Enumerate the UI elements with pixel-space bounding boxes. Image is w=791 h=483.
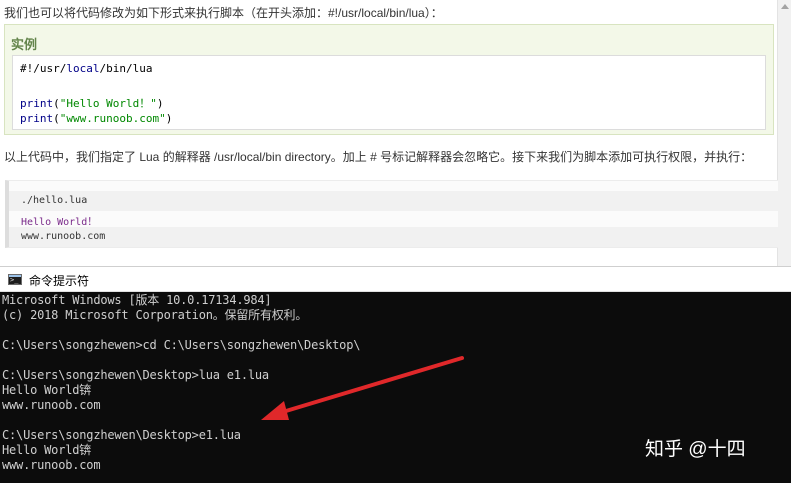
output-row: ./hello.lua	[9, 191, 778, 211]
console-line: www.runoob.com	[2, 458, 101, 472]
console-line: www.runoob.com	[2, 398, 101, 412]
console-line: Microsoft Windows [版本 10.0.17134.984]	[2, 293, 272, 307]
vertical-scrollbar[interactable]	[777, 0, 791, 266]
cmd-titlebar[interactable]: 命令提示符	[0, 266, 791, 292]
tutorial-page: 我们也可以将代码修改为如下形式来执行脚本（在开头添加：#!/usr/local/…	[0, 0, 791, 266]
output-line: www.runoob.com	[21, 231, 106, 242]
code-line-shebang: #!/usr/local/bin/lua	[20, 62, 153, 75]
console-line: Hello World锛	[2, 443, 92, 457]
example-box: 实例 #!/usr/local/bin/lua print("Hello Wor…	[4, 24, 774, 135]
intro-text: 我们也可以将代码修改为如下形式来执行脚本（在开头添加：#!/usr/local/…	[4, 6, 443, 20]
code-line-print-url: print("www.runoob.com")	[20, 112, 173, 125]
cmd-window-title: 命令提示符	[29, 274, 90, 288]
code-block: #!/usr/local/bin/lua print("Hello World！…	[12, 55, 766, 130]
console-line: Hello World锛	[2, 383, 92, 397]
scroll-up-arrow-icon[interactable]	[781, 4, 789, 9]
console-line: C:\Users\songzhewen>cd C:\Users\songzhew…	[2, 338, 361, 352]
output-line: Hello World！	[21, 217, 98, 228]
example-title: 实例	[11, 37, 38, 52]
output-line: ./hello.lua	[21, 195, 88, 206]
output-row: Hello World！	[9, 209, 778, 229]
zhihu-watermark: 知乎 @十四	[645, 439, 746, 460]
output-row: www.runoob.com	[9, 227, 778, 247]
console-line: (c) 2018 Microsoft Corporation。保留所有权利。	[2, 308, 308, 322]
output-block: ./hello.lua Hello World！ www.runoob.com	[5, 180, 778, 248]
description-text: 以上代码中，我们指定了 Lua 的解释器 /usr/local/bin dire…	[4, 150, 753, 164]
code-line-print-hello: print("Hello World！")	[20, 97, 164, 110]
console-line: C:\Users\songzhewen\Desktop>lua e1.lua	[2, 368, 269, 382]
terminal-icon	[8, 274, 22, 285]
console-line: C:\Users\songzhewen\Desktop>e1.lua	[2, 428, 241, 442]
